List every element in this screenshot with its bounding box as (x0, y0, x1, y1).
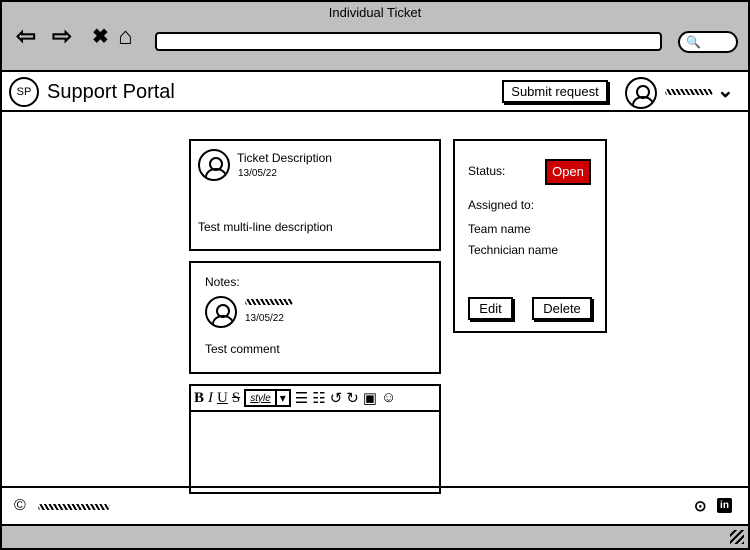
edit-button[interactable]: Edit (468, 297, 513, 320)
ticket-date: 13/05/22 (238, 168, 277, 179)
image-icon[interactable]: ▣ (363, 389, 377, 408)
window-title: Individual Ticket (328, 5, 422, 20)
redo-icon[interactable]: ↻ (346, 389, 359, 408)
user-avatar[interactable] (625, 77, 657, 109)
linkedin-icon[interactable]: in (717, 498, 732, 513)
chevron-down-icon[interactable]: ⌄ (717, 78, 734, 103)
comment-editor: B I U S style ▾ ☰ ☷ ↺ ↻ ▣ ☺ (189, 384, 441, 494)
ticket-description: Test multi-line description (198, 220, 333, 234)
note-date: 13/05/22 (245, 313, 284, 324)
chevron-down-icon[interactable]: ▾ (274, 391, 289, 405)
author-avatar (198, 149, 230, 181)
submit-request-button[interactable]: Submit request (502, 80, 608, 103)
technician-name: Technician name (468, 243, 559, 257)
assigned-label: Assigned to: (468, 198, 535, 212)
bullet-list-icon[interactable]: ☰ (295, 389, 308, 408)
status-badge: Open (545, 159, 591, 185)
brand-name: Support Portal (47, 81, 175, 103)
team-name: Team name (468, 222, 531, 236)
logo: SP (9, 77, 39, 107)
editor-toolbar: B I U S style ▾ ☰ ☷ ↺ ↻ ▣ ☺ (191, 386, 439, 412)
notes-label: Notes: (205, 275, 240, 289)
style-select[interactable]: style ▾ (244, 389, 291, 407)
note-comment: Test comment (205, 342, 280, 356)
stop-icon[interactable]: ✖ (92, 24, 109, 50)
delete-button[interactable]: Delete (532, 297, 592, 320)
back-icon[interactable]: ⇦ (16, 24, 36, 50)
forward-icon[interactable]: ⇨ (52, 24, 72, 50)
emoji-icon[interactable]: ☺ (381, 390, 396, 407)
home-icon[interactable]: ⌂ (118, 24, 133, 50)
undo-icon[interactable]: ↺ (330, 389, 343, 408)
user-name[interactable] (665, 89, 713, 95)
numbered-list-icon[interactable]: ☷ (312, 389, 325, 408)
footer (2, 486, 748, 526)
note-author-name (245, 299, 293, 305)
strikethrough-button[interactable]: S (232, 390, 240, 407)
italic-button[interactable]: I (208, 390, 213, 407)
editor-text-area[interactable] (191, 412, 439, 492)
note-author-avatar (205, 296, 237, 328)
copyright-icon: © (14, 497, 26, 514)
url-bar[interactable] (155, 32, 662, 51)
ticket-title: Ticket Description (237, 151, 332, 165)
github-icon[interactable]: ⊙ (694, 497, 707, 515)
style-value: style (250, 392, 271, 404)
search-icon: 🔍 (686, 35, 701, 49)
browser-search[interactable]: 🔍 (678, 31, 738, 53)
underline-button[interactable]: U (217, 390, 228, 407)
status-label: Status: (468, 164, 506, 178)
copyright-text (38, 504, 110, 510)
bold-button[interactable]: B (194, 390, 204, 407)
resize-handle-icon[interactable] (730, 530, 744, 544)
